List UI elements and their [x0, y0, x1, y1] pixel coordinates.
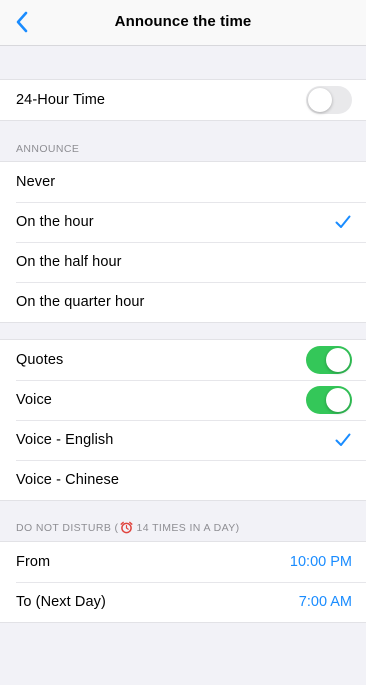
time-format-group: 24-Hour Time — [0, 79, 366, 121]
dnd-header-suffix: 14 TIMES IN A DAY) — [136, 521, 240, 534]
dnd-header-prefix: DO NOT DISTURB ( — [16, 521, 119, 534]
dnd-from-value: 10:00 PM — [289, 554, 352, 570]
quotes-toggle[interactable] — [306, 346, 352, 374]
voice-option-english[interactable]: Voice - English — [0, 420, 366, 460]
dnd-from-row[interactable]: From 10:00 PM — [0, 542, 366, 582]
row-quotes: Quotes — [0, 340, 366, 380]
announce-section-header: ANNOUNCE — [16, 143, 80, 155]
announce-option-on-the-half-hour[interactable]: On the half hour — [0, 242, 366, 282]
voice-toggle[interactable] — [306, 386, 352, 414]
row-label: 24-Hour Time — [16, 92, 106, 108]
row-label: To (Next Day) — [16, 594, 106, 610]
alarm-clock-icon — [120, 521, 133, 534]
toggle-knob — [308, 88, 332, 112]
24-hour-time-toggle[interactable] — [306, 86, 352, 114]
row-label: Quotes — [16, 352, 64, 368]
voice-option-chinese[interactable]: Voice - Chinese — [0, 460, 366, 500]
option-label: On the quarter hour — [16, 294, 145, 310]
announce-option-never[interactable]: Never — [0, 162, 366, 202]
checkmark-icon — [334, 431, 352, 449]
announce-option-on-the-quarter-hour[interactable]: On the quarter hour — [0, 282, 366, 322]
row-label: From — [16, 554, 51, 570]
toggle-knob — [326, 348, 350, 372]
row-voice: Voice — [0, 380, 366, 420]
row-24-hour-time: 24-Hour Time — [0, 80, 366, 120]
announce-options-group: Never On the hour On the half hour On th… — [0, 161, 366, 323]
toggle-knob — [326, 388, 350, 412]
checkmark-icon — [334, 213, 352, 231]
option-label: On the hour — [16, 214, 94, 230]
row-label: Voice — [16, 392, 52, 408]
option-label: Voice - Chinese — [16, 472, 120, 488]
dnd-to-row[interactable]: To (Next Day) 7:00 AM — [0, 582, 366, 622]
dnd-group: From 10:00 PM To (Next Day) 7:00 AM — [0, 541, 366, 623]
dnd-section-header: DO NOT DISTURB ( 14 TIMES IN A DAY) — [16, 521, 240, 534]
option-label: Never — [16, 174, 56, 190]
page-title: Announce the time — [114, 13, 252, 30]
dnd-to-value: 7:00 AM — [298, 594, 352, 610]
option-label: Voice - English — [16, 432, 114, 448]
content-options-group: Quotes Voice Voice - English Voice - Chi… — [0, 339, 366, 501]
announce-option-on-the-hour[interactable]: On the hour — [0, 202, 366, 242]
navigation-bar: Announce the time — [0, 0, 366, 46]
option-label: On the half hour — [16, 254, 122, 270]
